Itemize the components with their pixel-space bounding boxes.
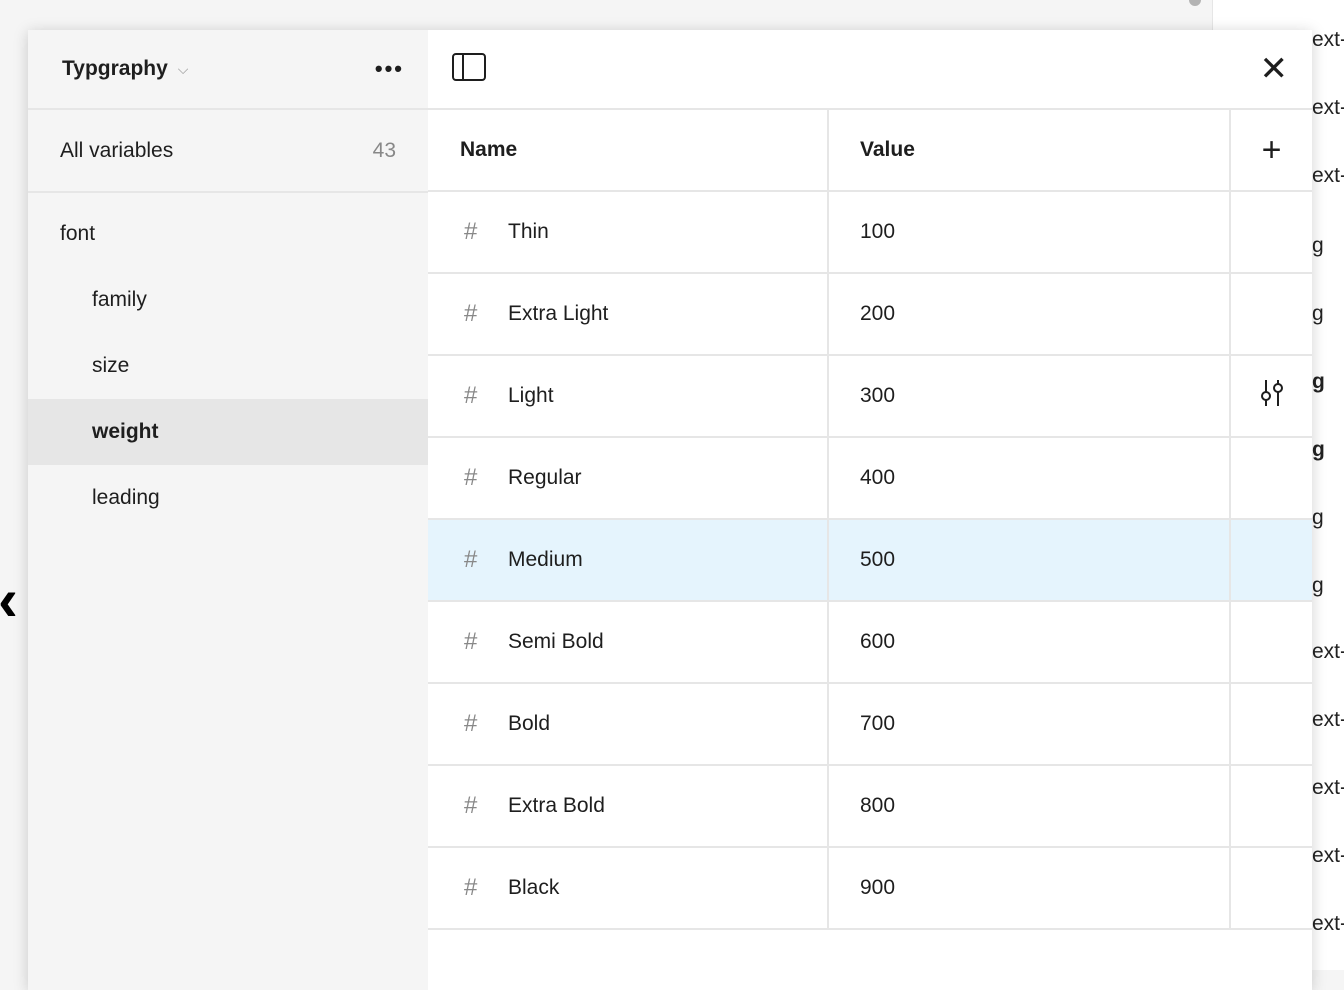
variable-name[interactable]: Semi Bold [508, 630, 604, 654]
background-text: ext- [1312, 708, 1344, 731]
variable-name[interactable]: Light [508, 384, 554, 408]
group-item-leading[interactable]: leading [28, 465, 428, 531]
group-item-weight[interactable]: weight [28, 399, 428, 465]
toggle-sidebar-icon[interactable] [452, 52, 486, 86]
number-type-icon: # [464, 464, 478, 491]
group-item-font[interactable]: font [28, 201, 428, 267]
table-row[interactable]: # Black 900 [428, 848, 1312, 930]
number-type-icon: # [464, 546, 478, 573]
number-type-icon: # [464, 710, 478, 737]
variable-value[interactable]: 100 [829, 192, 1231, 272]
table-row[interactable]: # Extra Light 200 [428, 274, 1312, 356]
variable-name[interactable]: Thin [508, 220, 549, 244]
table-row[interactable]: # Regular 400 [428, 438, 1312, 520]
table-header: Name Value + [428, 110, 1312, 192]
background-text: ext- [1312, 164, 1344, 187]
background-text: ext- [1312, 844, 1344, 867]
table-row[interactable]: # Bold 700 [428, 684, 1312, 766]
variable-value[interactable]: 600 [829, 602, 1231, 682]
background-text: ext- [1312, 640, 1344, 663]
number-type-icon: # [464, 874, 478, 901]
variables-count: 43 [372, 138, 396, 162]
background-text: g [1312, 574, 1324, 597]
variable-name[interactable]: Bold [508, 712, 550, 736]
variable-value[interactable]: 500 [829, 520, 1231, 600]
variable-name[interactable]: Extra Bold [508, 794, 605, 818]
variable-value[interactable]: 900 [829, 848, 1231, 928]
background-text: g [1312, 302, 1324, 325]
background-text: ext- [1312, 912, 1344, 935]
background-text: g [1312, 370, 1325, 393]
variable-value[interactable]: 800 [829, 766, 1231, 846]
variable-value[interactable]: 300 [829, 356, 1231, 436]
number-type-icon: # [464, 628, 478, 655]
variable-name[interactable]: Extra Light [508, 302, 608, 326]
number-type-icon: # [464, 300, 478, 327]
chevron-left-icon[interactable]: ‹ [0, 560, 18, 640]
number-type-icon: # [464, 382, 478, 409]
number-type-icon: # [464, 792, 478, 819]
variable-value[interactable]: 200 [829, 274, 1231, 354]
value-header: Value [829, 110, 1231, 190]
background-text: g [1312, 438, 1325, 461]
background-text: ext- [1312, 96, 1344, 119]
sidebar: Typgraphy ⌵ ••• All variables 43 font fam… [28, 30, 428, 990]
background-text: g [1312, 234, 1324, 257]
group-item-size[interactable]: size [28, 333, 428, 399]
more-options-icon[interactable]: ••• [375, 56, 404, 82]
group-item-family[interactable]: family [28, 267, 428, 333]
chevron-down-icon[interactable]: ⌵ [178, 61, 189, 78]
add-mode-icon[interactable]: + [1262, 131, 1282, 170]
table-row[interactable]: # Thin 100 [428, 192, 1312, 274]
variable-value[interactable]: 400 [829, 438, 1231, 518]
background-text: g [1312, 506, 1324, 529]
variable-name[interactable]: Black [508, 876, 559, 900]
variable-value[interactable]: 700 [829, 684, 1231, 764]
sliders-icon[interactable] [1258, 378, 1286, 414]
variable-name[interactable]: Regular [508, 466, 582, 490]
variable-name[interactable]: Medium [508, 548, 583, 572]
background-text: ext- [1312, 776, 1344, 799]
table-row[interactable]: # Light 300 [428, 356, 1312, 438]
collection-header: Typgraphy ⌵ ••• [28, 30, 428, 110]
all-variables-label: All variables [60, 138, 174, 162]
all-variables-item[interactable]: All variables 43 [28, 110, 428, 193]
background-text: ext- [1312, 28, 1344, 51]
name-header: Name [428, 110, 829, 190]
variables-modal: Typgraphy ⌵ ••• All variables 43 font fam… [28, 30, 1312, 990]
table-row[interactable]: # Semi Bold 600 [428, 602, 1312, 684]
scrollbar[interactable] [1189, 0, 1201, 6]
table-row[interactable]: # Extra Bold 800 [428, 766, 1312, 848]
number-type-icon: # [464, 218, 478, 245]
variables-table: ✕ Name Value + # Thin 100 # Extra Light 200 # L… [428, 30, 1312, 990]
table-row[interactable]: # Medium 500 [428, 520, 1312, 602]
close-icon[interactable]: ✕ [1260, 49, 1289, 89]
collection-title[interactable]: Typgraphy [62, 57, 168, 81]
